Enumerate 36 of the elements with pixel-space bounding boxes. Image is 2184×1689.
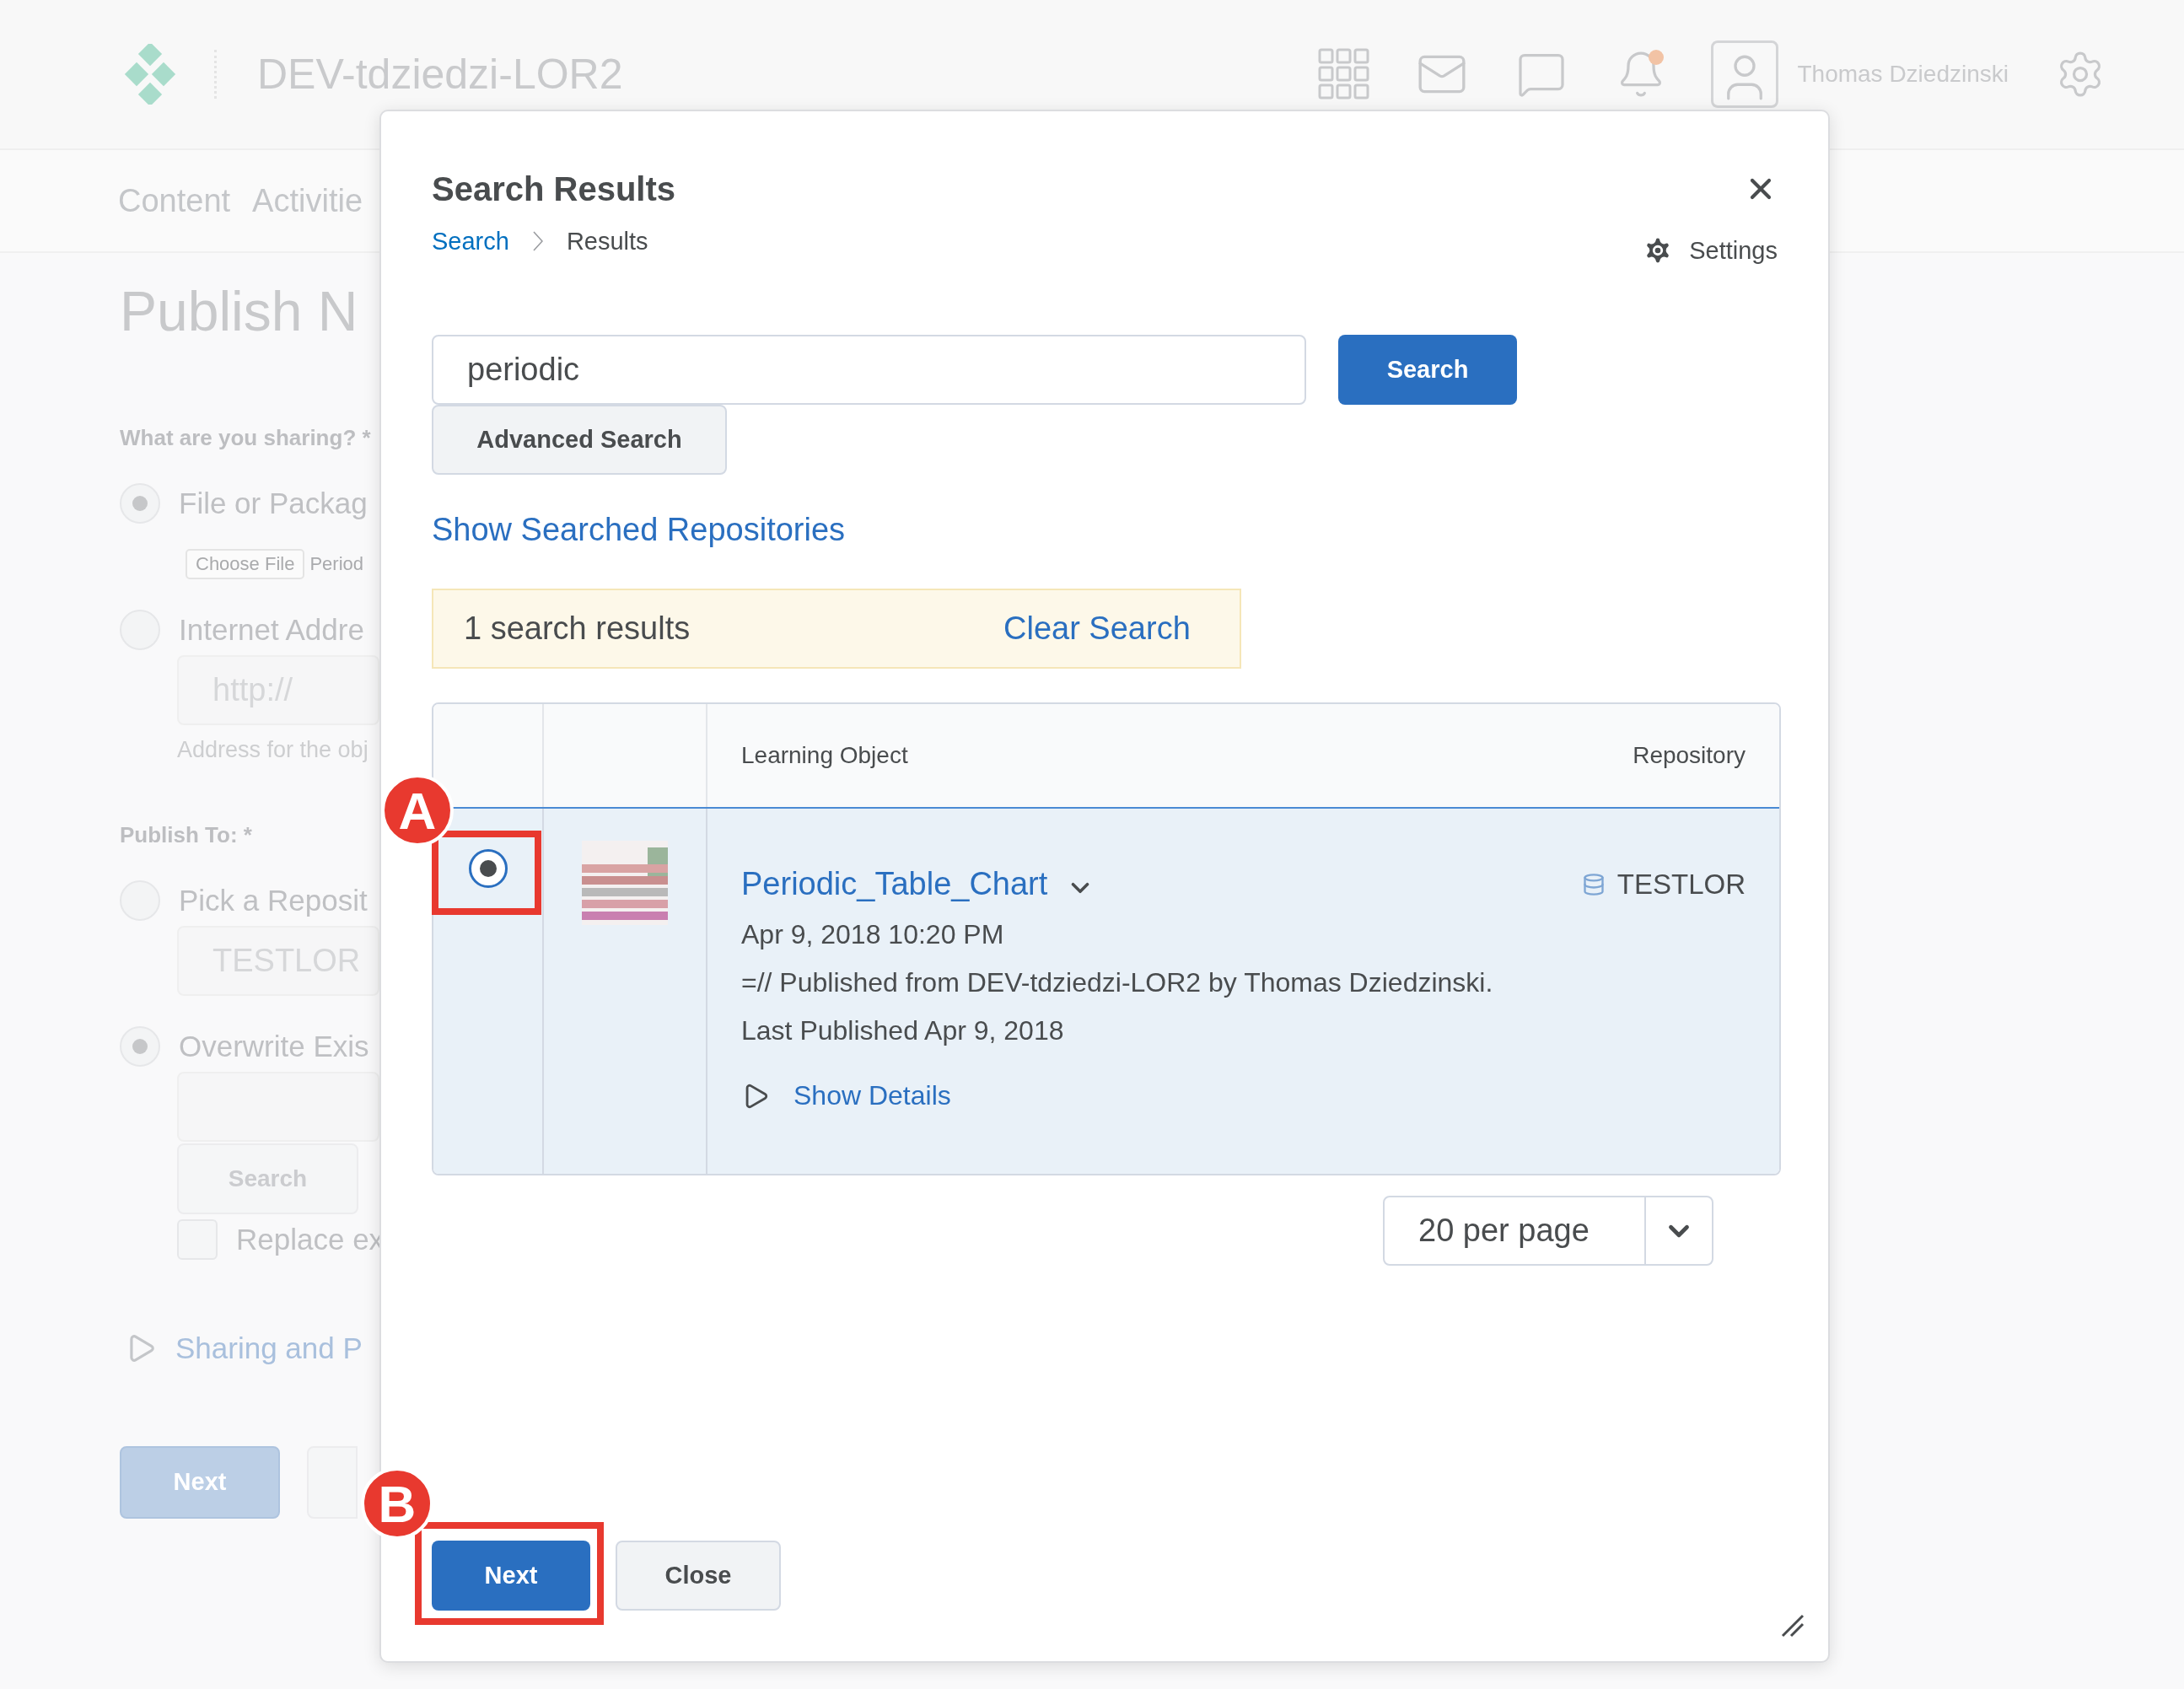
option-label: Internet Addre (179, 613, 364, 647)
option-label: Overwrite Exis (179, 1029, 369, 1063)
input-field[interactable] (177, 1071, 379, 1142)
chevron-icon (532, 231, 543, 251)
item-title-link[interactable]: Periodic_Table_Chart (741, 866, 1048, 902)
dialog-title: Search Results (432, 169, 676, 208)
close-button[interactable]: Close (616, 1541, 781, 1611)
search-field[interactable]: periodic (432, 335, 1306, 405)
item-description: =// Published from DEV-tdziedzi-LOR2 by Thomas Dziedzinski. (741, 967, 1494, 998)
show-repositories-link[interactable]: Show Searched Repositories (432, 512, 846, 547)
database-icon (1581, 872, 1606, 896)
choose-file-button[interactable]: Choose File (186, 549, 305, 579)
last-published: Last Published Apr 9, 2018 (741, 1015, 1065, 1046)
breadcrumb-link[interactable]: Search (432, 227, 509, 256)
settings-button[interactable]: Settings (1642, 234, 1778, 266)
file-name: Period (309, 553, 363, 575)
advanced-search-button[interactable]: Advanced Search (432, 405, 727, 475)
next-button[interactable]: Next (432, 1541, 590, 1611)
field-label: What are you sharing? * (120, 424, 371, 453)
per-page-select[interactable]: 20 per page (1383, 1196, 1713, 1266)
show-details-link[interactable]: Show Details (793, 1080, 951, 1111)
item-date: Apr 9, 2018 10:20 PM (741, 919, 1005, 950)
results-count: 1 search results (464, 611, 691, 647)
breadcrumb-item: Results (566, 227, 648, 256)
radio-button[interactable] (468, 849, 508, 888)
field-label: Publish To: * (120, 821, 252, 849)
column-header: Repository (1633, 742, 1746, 769)
option-label: File or Packag (179, 487, 368, 520)
app-grid-icon[interactable] (1318, 48, 1371, 100)
option-label: Pick a Reposit (179, 883, 368, 917)
resize-grip-icon[interactable] (1779, 1612, 1805, 1638)
column-header: Learning Object (741, 742, 908, 769)
repository-name: TESTLOR (1616, 868, 1746, 901)
avatar[interactable] (1711, 40, 1779, 108)
search-button[interactable]: Search (1338, 335, 1517, 405)
clear-search-link[interactable]: Clear Search (1003, 611, 1191, 647)
